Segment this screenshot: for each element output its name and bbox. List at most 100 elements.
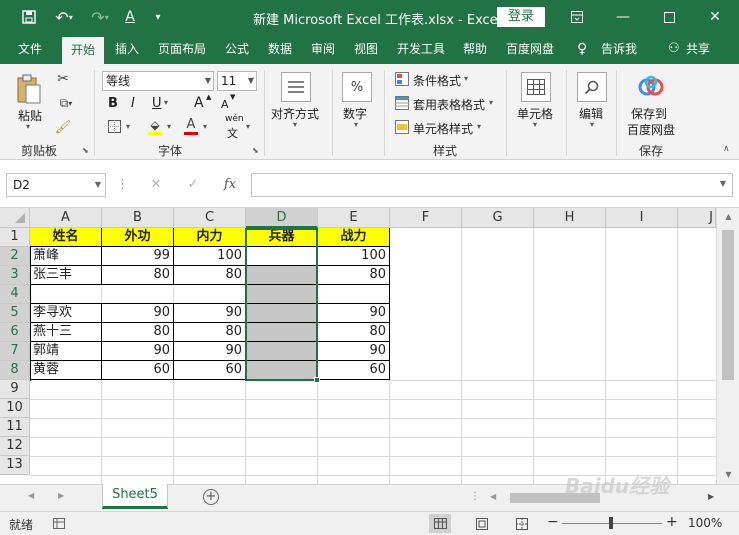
paste-icon[interactable] [14,72,44,106]
table-cell[interactable]: 60 [174,361,246,380]
underline-dropdown-icon[interactable]: ▾ [164,98,168,107]
insert-function-button[interactable]: fx [219,173,241,197]
ribbon-display-icon[interactable] [554,0,600,34]
italic-button[interactable]: I [131,96,135,111]
worksheet-grid[interactable]: A B C D E F G H I J 1 2 3 4 5 6 7 8 9 10… [0,208,739,484]
table-cell[interactable] [30,285,246,304]
header-cell-name[interactable]: 姓名 [30,228,102,247]
table-cell[interactable]: 80 [174,323,246,342]
row-header[interactable]: 6 [0,323,30,342]
zoom-out-button[interactable]: − [547,514,559,530]
table-cell[interactable]: 李寻欢 [30,304,102,323]
table-cell[interactable]: 80 [174,266,246,285]
conditional-format-button[interactable]: 条件格式 [413,72,461,89]
column-header-e[interactable]: E [318,208,390,228]
enter-icon[interactable]: ✓ [183,173,203,197]
table-cell[interactable] [246,361,318,380]
name-box[interactable]: D2 ▼ [6,173,106,197]
column-header-c[interactable]: C [174,208,246,228]
format-as-table-dropdown-icon[interactable]: ▾ [489,98,493,107]
scroll-down-icon[interactable]: ▼ [717,470,739,479]
formula-input[interactable]: ▼ [251,173,733,197]
row-header[interactable]: 13 [0,456,30,475]
expand-formula-bar-icon[interactable]: ▼ [720,179,726,188]
table-cell[interactable]: 100 [174,247,246,266]
fill-color-icon[interactable]: ⬙ [146,116,164,136]
table-cell[interactable] [246,266,318,285]
close-icon[interactable]: ✕ [692,0,738,34]
table-cell[interactable]: 90 [174,304,246,323]
header-cell-weapon[interactable]: 兵器 [246,228,318,247]
normal-view-icon[interactable] [429,514,451,533]
table-cell[interactable]: 80 [318,266,390,285]
alignment-icon[interactable] [281,72,311,102]
format-painter-icon[interactable]: 🖌 [54,118,72,136]
page-layout-view-icon[interactable] [471,514,493,533]
row-header[interactable]: 5 [0,304,30,323]
save-to-netdisk-line2[interactable]: 百度网盘 [627,121,675,138]
font-launcher-icon[interactable]: ⬊ [252,146,259,155]
row-header[interactable]: 3 [0,266,30,285]
borders-icon[interactable] [106,118,122,134]
tab-data[interactable]: 数据 [268,34,292,64]
sheet-tab-sheet5[interactable]: Sheet5 [102,484,168,509]
header-cell-inner[interactable]: 内力 [174,228,246,247]
active-cell-d2[interactable] [246,247,318,266]
header-cell-outer[interactable]: 外功 [102,228,174,247]
row-header[interactable]: 2 [0,247,30,266]
alignment-dropdown-icon[interactable]: ▾ [293,120,297,129]
shrink-font-button[interactable]: A [221,98,229,111]
next-sheet-icon[interactable]: ▶ [58,491,64,500]
minimize-icon[interactable]: — [600,0,646,34]
share-button[interactable]: 共享 [686,34,710,64]
table-cell[interactable]: 80 [102,323,174,342]
save-to-netdisk-line1[interactable]: 保存到 [631,105,667,122]
column-header-h[interactable]: H [534,208,606,228]
table-cell[interactable]: 99 [102,247,174,266]
paste-dropdown-icon[interactable]: ▾ [26,122,30,131]
column-header-i[interactable]: I [606,208,678,228]
table-cell[interactable]: 90 [318,304,390,323]
horizontal-scrollbar[interactable]: ◀ ▶ [480,491,720,505]
editing-dropdown-icon[interactable]: ▾ [590,120,594,129]
grow-font-button[interactable]: A [194,95,204,111]
save-icon[interactable] [14,0,44,34]
conditional-format-icon[interactable] [394,71,410,87]
cells-icon[interactable] [521,72,551,102]
font-name-combo[interactable]: 等线 ▼ [102,71,214,91]
column-header-f[interactable]: F [390,208,462,228]
tab-view[interactable]: 视图 [354,34,378,64]
customize-quick-access-icon[interactable]: ▾ [150,0,166,34]
row-header[interactable]: 4 [0,285,30,304]
tab-insert[interactable]: 插入 [115,34,139,64]
tell-me-search[interactable]: 告诉我 [601,34,637,64]
tab-baidu-netdisk[interactable]: 百度网盘 [506,34,554,64]
zoom-in-button[interactable]: + [666,514,678,530]
cell-styles-dropdown-icon[interactable]: ▾ [477,122,481,131]
undo-icon[interactable]: ↶ ▾ [48,0,80,34]
percent-icon[interactable]: % [342,72,372,102]
cell-styles-button[interactable]: 单元格样式 [413,120,473,137]
table-cell[interactable]: 100 [318,247,390,266]
phonetic-dropdown-icon[interactable]: ▾ [246,122,250,131]
scroll-up-icon[interactable]: ▲ [717,212,739,221]
vertical-scrollbar[interactable]: ▲ ▼ [716,208,739,484]
column-header-j[interactable]: J [678,208,716,228]
borders-dropdown-icon[interactable]: ▾ [126,122,130,131]
search-icon[interactable] [577,72,607,102]
table-cell[interactable]: 60 [318,361,390,380]
redo-icon[interactable]: ↷ ▾ [84,0,116,34]
cells-dropdown-icon[interactable]: ▾ [533,120,537,129]
select-all-corner[interactable] [0,208,30,228]
add-sheet-button[interactable]: + [203,489,219,505]
cancel-icon[interactable]: ✕ [146,173,166,197]
table-cell[interactable]: 60 [102,361,174,380]
scroll-right-icon[interactable]: ▶ [708,492,714,501]
font-size-combo[interactable]: 11 ▼ [217,71,257,91]
row-header[interactable]: 11 [0,418,30,437]
page-break-view-icon[interactable] [511,514,533,533]
table-cell[interactable]: 张三丰 [30,266,102,285]
row-header[interactable]: 9 [0,380,30,399]
row-header[interactable]: 8 [0,361,30,380]
column-header-a[interactable]: A [30,208,102,228]
